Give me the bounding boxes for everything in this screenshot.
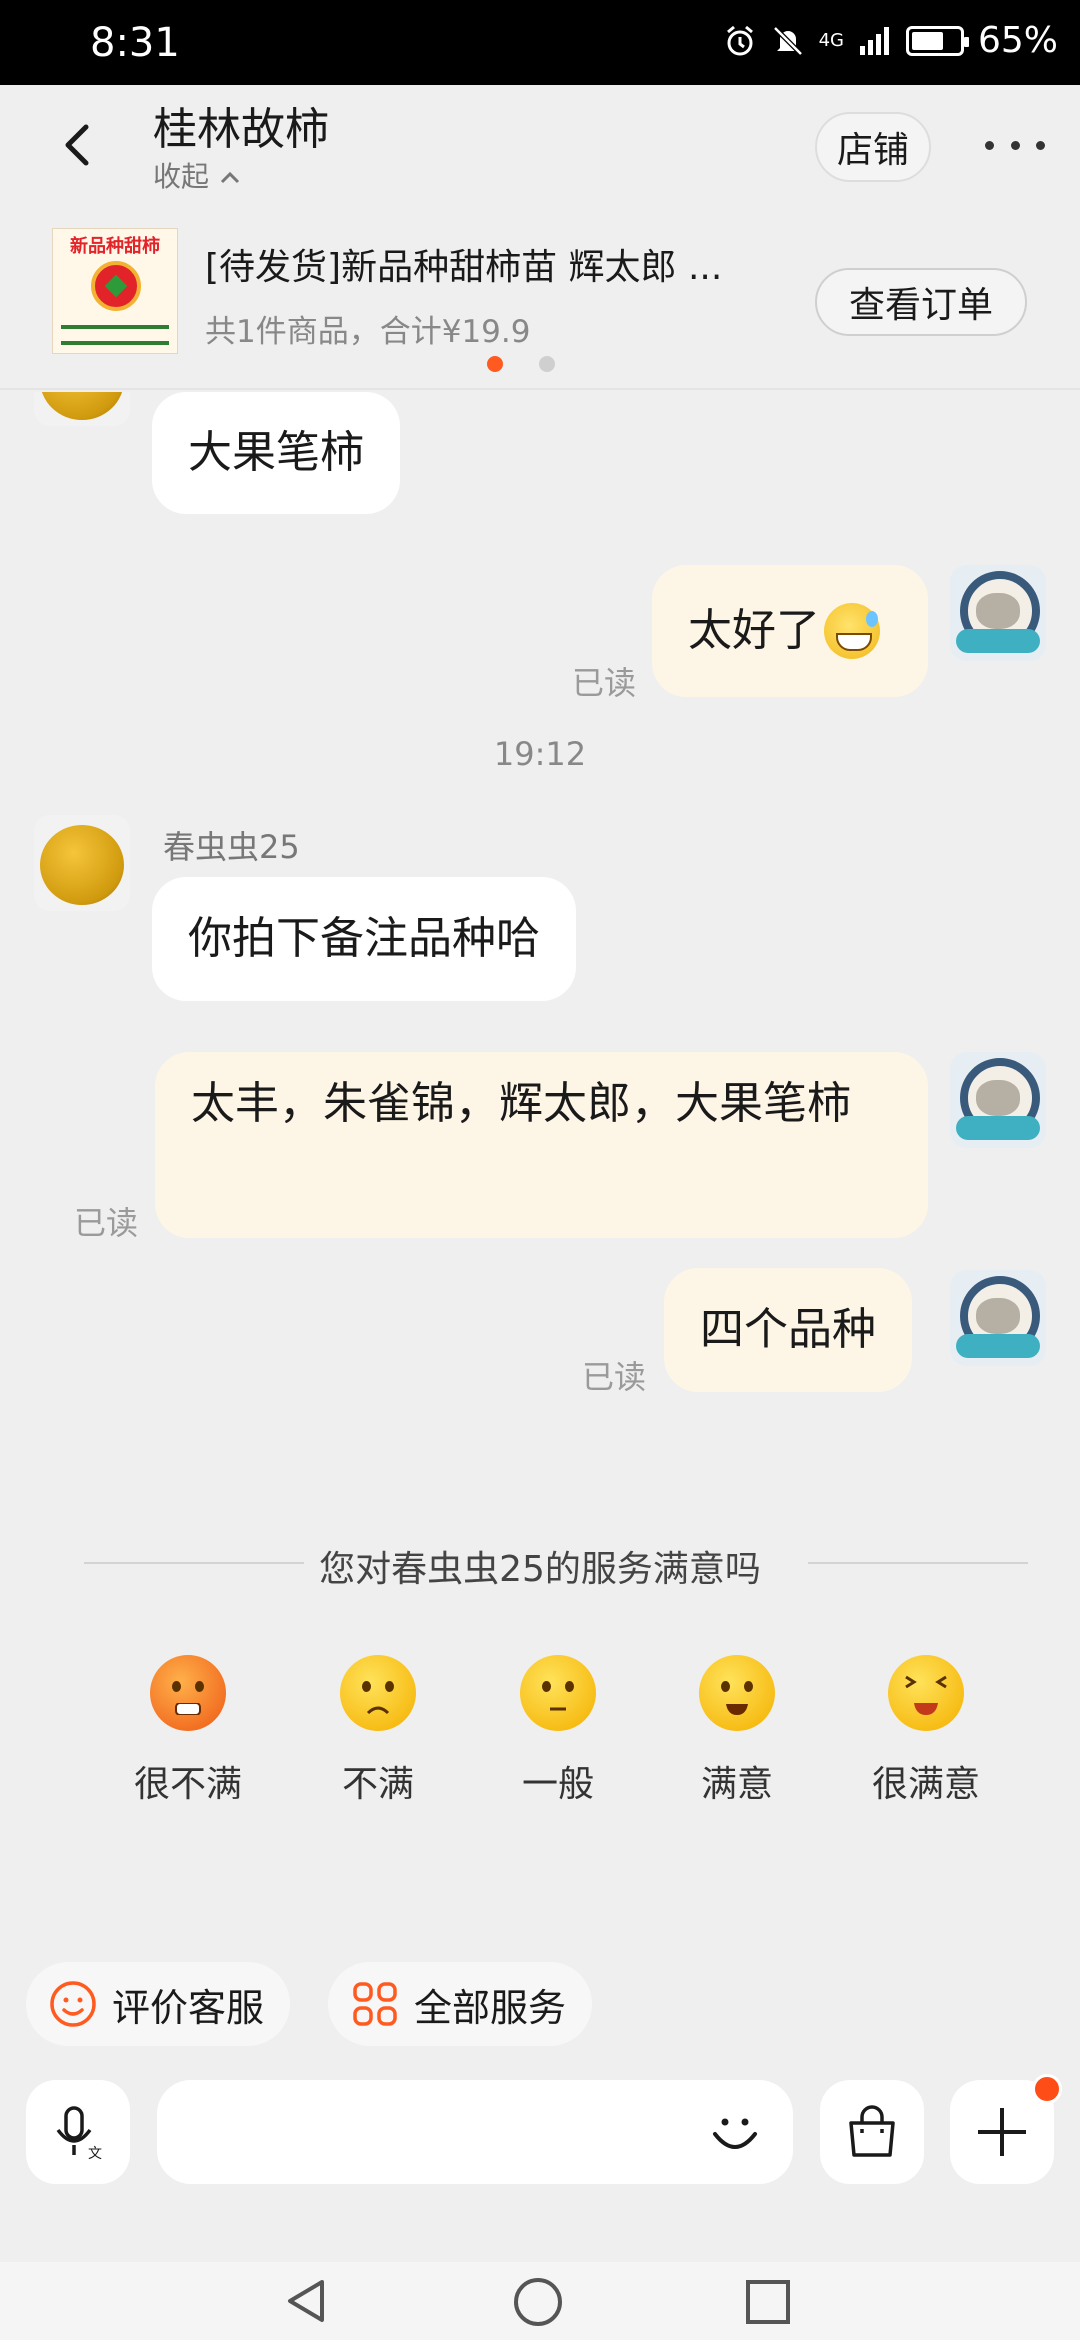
message-bubble-sent: 太好了 [652, 565, 928, 697]
read-status: 已读 [572, 664, 637, 702]
carousel-indicator [487, 356, 555, 372]
product-thumbnail: 新品种甜柿 [52, 228, 178, 354]
user-avatar[interactable] [950, 1052, 1046, 1148]
message-timestamp: 19:12 [493, 735, 587, 773]
rating-neutral[interactable]: 一般 [488, 1655, 628, 1807]
notification-dot [1032, 2074, 1062, 2104]
read-status: 已读 [582, 1358, 647, 1396]
order-title: [待发货]新品种甜柿苗 辉太郎 ... [205, 247, 723, 288]
message-bubble-sent: 太丰，朱雀锦，辉太郎，大果笔柿 [155, 1052, 928, 1238]
collapse-toggle[interactable]: 收起 [153, 155, 242, 195]
status-time: 8:31 [90, 20, 180, 66]
angry-face-icon [150, 1655, 226, 1731]
alarm-icon [726, 25, 753, 55]
read-status: 已读 [74, 1204, 139, 1242]
rating-very-dissatisfied[interactable]: 很不满 [118, 1655, 258, 1807]
rating-label: 不满 [341, 1764, 414, 1805]
message-bubble-sent: 四个品种 [664, 1268, 912, 1392]
rate-service-chip[interactable]: 评价客服 [26, 1962, 291, 2046]
shop-button[interactable]: 店铺 [815, 112, 931, 182]
view-order-button[interactable]: 查看订单 [815, 268, 1027, 336]
message-bubble-received: 大果笔柿 [152, 392, 400, 514]
nav-back-icon[interactable] [282, 2276, 332, 2326]
services-grid-icon [353, 1982, 397, 2026]
plus-icon [978, 2108, 1026, 2156]
neutral-face-icon [520, 1655, 596, 1731]
rating-very-satisfied[interactable]: 很满意 [856, 1655, 996, 1807]
product-bag-button[interactable] [820, 2080, 924, 2184]
collapse-label: 收起 [153, 160, 210, 193]
more-actions-button[interactable] [950, 2074, 1062, 2184]
shop-title: 桂林故柿 [153, 104, 329, 155]
rating-dissatisfied[interactable]: 不满 [308, 1655, 448, 1807]
rating-label: 很满意 [871, 1764, 980, 1805]
chat-header: 桂林故柿 收起 店铺 [0, 85, 1080, 210]
network-type: 4G [818, 29, 844, 51]
all-services-chip[interactable]: 全部服务 [328, 1962, 593, 2046]
signal-icon [859, 26, 889, 55]
battery-level: 65% [977, 20, 1058, 61]
grin-sweat-emoji-icon [824, 603, 880, 659]
thumbnail-text: 新品种甜柿 [70, 236, 160, 257]
carousel-dot-active [487, 356, 503, 372]
survey-title: 您对春虫虫25的服务满意吗 [319, 1549, 761, 1590]
chip-label: 评价客服 [112, 1985, 265, 2030]
chevron-up-icon [220, 171, 239, 184]
emoji-picker-icon[interactable] [707, 2104, 763, 2160]
microphone-icon: 文 [56, 2106, 102, 2162]
status-icons: 4G 65% [723, 20, 1058, 61]
back-arrow-icon[interactable] [50, 115, 110, 175]
svg-text:文: 文 [88, 2146, 102, 2162]
order-card[interactable]: 新品种甜柿 [待发货]新品种甜柿苗 辉太郎 ... 共1件商品，合计¥19.9 … [0, 210, 1080, 390]
input-bar: 文 [0, 2060, 1080, 2260]
laughing-face-icon [888, 1655, 964, 1731]
carousel-dot [539, 356, 555, 372]
frown-face-icon [340, 1655, 416, 1731]
mute-bell-icon [772, 25, 803, 56]
rating-satisfied[interactable]: 满意 [667, 1655, 807, 1807]
order-summary: 共1件商品，合计¥19.9 [205, 314, 531, 350]
battery-icon [905, 25, 969, 56]
message-input[interactable] [157, 2080, 793, 2184]
user-avatar[interactable] [950, 1270, 1046, 1366]
seller-avatar[interactable] [34, 815, 130, 911]
chip-label: 全部服务 [414, 1985, 567, 2030]
nav-home-icon[interactable] [512, 2276, 564, 2328]
voice-input-button[interactable]: 文 [26, 2080, 130, 2184]
status-bar: 8:31 4G 65% [0, 0, 1080, 85]
smile-face-icon [699, 1655, 775, 1731]
rating-label: 很不满 [133, 1764, 242, 1805]
user-avatar[interactable] [950, 565, 1046, 661]
message-text: 太好了 [688, 605, 820, 656]
rating-label: 满意 [700, 1764, 773, 1805]
message-bubble-received: 你拍下备注品种哈 [152, 877, 576, 1001]
rating-label: 一般 [521, 1764, 594, 1805]
nav-recents-icon[interactable] [744, 2278, 792, 2326]
shopping-bag-icon [849, 2105, 895, 2157]
system-nav-bar [0, 2262, 1080, 2340]
smiley-icon [50, 1981, 96, 2027]
more-options-icon[interactable] [985, 125, 1045, 165]
sender-name: 春虫虫25 [163, 828, 300, 866]
